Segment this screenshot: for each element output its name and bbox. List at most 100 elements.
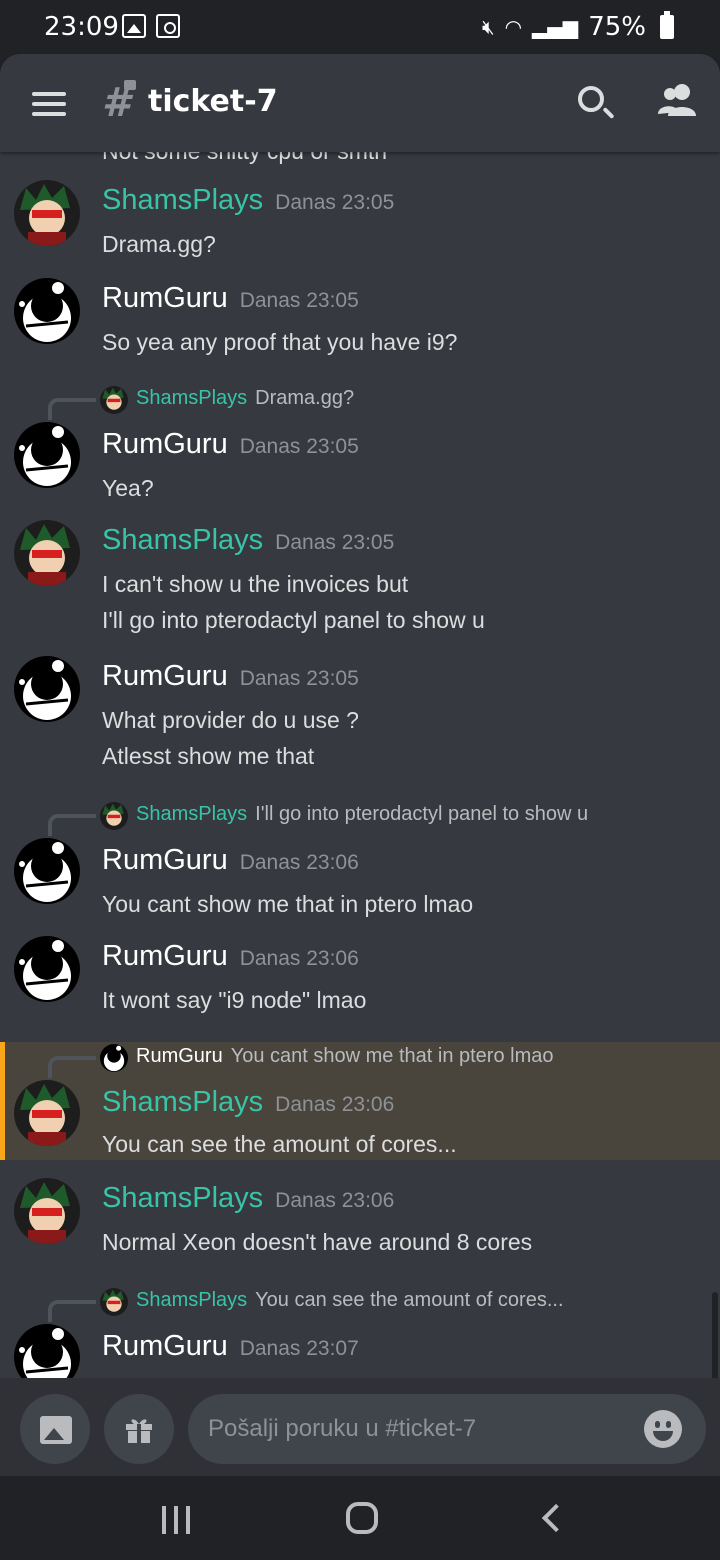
message[interactable]: RumGuru Danas 23:05 So yea any proof that… — [0, 268, 720, 366]
message[interactable]: ShamsPlays Drama.gg? RumGuru Danas 23:05 Y… — [0, 380, 720, 510]
message-text: Drama.gg? — [102, 231, 216, 257]
timestamp: Danas 23:06 — [239, 851, 359, 874]
message-text: You cant show me that in ptero lmao — [102, 891, 474, 917]
gift-button[interactable] — [104, 1394, 174, 1464]
reply-text: You cant show me that in ptero lmao — [230, 1045, 554, 1067]
username[interactable]: ShamsPlays Danas 23:06 — [102, 1182, 394, 1215]
search-icon[interactable] — [578, 86, 604, 112]
avatar[interactable] — [14, 1178, 80, 1244]
reply-reference[interactable]: RumGuru You cant show me that in ptero lm… — [48, 1044, 708, 1078]
message[interactable]: RumGuru Danas 23:05 What provider do u us… — [0, 646, 720, 784]
reply-connector — [48, 1056, 96, 1078]
lock-icon — [124, 80, 136, 90]
username[interactable]: RumGuru Danas 23:05 — [102, 282, 359, 315]
message-text: I can't show u the invoices but — [102, 571, 409, 597]
reply-avatar — [100, 802, 128, 830]
message[interactable]: ShamsPlays You can see the amount of core… — [0, 1280, 720, 1378]
reply-username: ShamsPlays Drama.gg? — [136, 387, 355, 409]
message-input-bar — [0, 1378, 720, 1476]
message-field[interactable] — [188, 1394, 706, 1464]
reply-reference[interactable]: ShamsPlays You can see the amount of core… — [48, 1288, 708, 1322]
reply-username: RumGuru You cant show me that in ptero lm… — [136, 1045, 554, 1067]
avatar[interactable] — [14, 180, 80, 246]
back-icon[interactable] — [541, 1503, 571, 1533]
scrollbar[interactable] — [712, 1292, 718, 1378]
username[interactable]: RumGuru Danas 23:05 — [102, 428, 359, 461]
username[interactable]: RumGuru Danas 23:07 — [102, 1330, 359, 1363]
channel-header: # ticket-7 — [0, 54, 720, 152]
timestamp: Danas 23:05 — [275, 191, 395, 214]
gift-icon — [126, 1419, 152, 1443]
timestamp: Danas 23:07 — [239, 1337, 359, 1360]
message-list[interactable]: Not some shitty cpu or smth ShamsPlaysDa… — [0, 152, 720, 1378]
members-icon[interactable] — [656, 82, 700, 118]
username[interactable]: ShamsPlays Danas 23:06 — [102, 1086, 394, 1119]
recent-apps-icon[interactable] — [162, 1506, 190, 1534]
home-icon[interactable] — [346, 1502, 378, 1534]
channel-title: ticket-7 — [148, 84, 278, 119]
notification-icons — [122, 14, 180, 38]
timestamp: Danas 23:05 — [275, 531, 395, 554]
reply-avatar — [100, 1288, 128, 1316]
reply-text: I'll go into pterodactyl panel to show u — [255, 803, 589, 825]
gallery-notification-icon — [122, 14, 146, 38]
attach-image-button[interactable] — [20, 1394, 90, 1464]
reply-text: You can see the amount of cores... — [255, 1289, 564, 1311]
emoji-icon[interactable] — [644, 1410, 682, 1448]
message[interactable]: ShamsPlays I'll go into pterodactyl panel… — [0, 796, 720, 922]
message-text: I'll go into pterodactyl panel to show u — [102, 607, 485, 633]
status-time: 23:09 — [44, 12, 119, 42]
reply-connector — [48, 1300, 96, 1322]
message[interactable]: ShamsPlays Danas 23:05 Drama.gg? — [0, 170, 720, 268]
username[interactable]: RumGuru Danas 23:06 — [102, 940, 359, 973]
reply-reference[interactable]: ShamsPlays Drama.gg? — [48, 386, 708, 420]
message-text: So yea any proof that you have i9? — [102, 329, 458, 355]
hamburger-menu-icon[interactable] — [32, 92, 66, 116]
avatar[interactable] — [14, 520, 80, 586]
avatar[interactable] — [14, 838, 80, 904]
reply-connector — [48, 814, 96, 836]
status-right: 🔇︎ ◠ ▂▄▆ 75% — [481, 11, 674, 42]
battery-icon — [660, 11, 674, 39]
status-bar: 23:09 🔇︎ ◠ ▂▄▆ 75% — [0, 0, 720, 54]
wifi-icon: ◠ — [504, 15, 523, 39]
message-text: What provider do u use ? — [102, 707, 359, 733]
username[interactable]: ShamsPlays Danas 23:05 — [102, 524, 394, 557]
message[interactable]: ShamsPlays Danas 23:05 I can't show u the… — [0, 510, 720, 646]
message-input[interactable] — [208, 1408, 628, 1450]
reply-reference[interactable]: ShamsPlays I'll go into pterodactyl panel… — [48, 802, 708, 836]
mentioned-message[interactable]: RumGuru You cant show me that in ptero lm… — [0, 1042, 720, 1160]
message[interactable]: RumGuru Danas 23:06 It wont say "i9 node"… — [0, 922, 720, 1022]
avatar[interactable] — [14, 278, 80, 344]
reply-text: Drama.gg? — [255, 387, 355, 409]
signal-icon: ▂▄▆ — [532, 15, 579, 39]
username[interactable]: RumGuru Danas 23:05 — [102, 660, 359, 693]
avatar[interactable] — [14, 422, 80, 488]
avatar[interactable] — [14, 1324, 80, 1378]
avatar[interactable] — [14, 1080, 80, 1146]
timestamp: Danas 23:05 — [239, 289, 359, 312]
message-text: It wont say "i9 node" lmao — [102, 987, 367, 1013]
reply-connector — [48, 398, 96, 420]
message[interactable]: ShamsPlays Danas 23:06 Normal Xeon doesn'… — [0, 1164, 720, 1280]
reply-avatar — [100, 1044, 128, 1072]
timestamp: Danas 23:05 — [239, 435, 359, 458]
avatar[interactable] — [14, 656, 80, 722]
timestamp: Danas 23:05 — [239, 667, 359, 690]
timestamp: Danas 23:06 — [275, 1093, 395, 1116]
message-text: Yea? — [102, 475, 154, 501]
message-text: You can see the amount of cores... — [102, 1131, 457, 1157]
battery-level: 75% — [588, 12, 646, 42]
username[interactable]: ShamsPlays Danas 23:05 — [102, 184, 394, 217]
timestamp: Danas 23:06 — [275, 1189, 395, 1212]
image-icon — [40, 1416, 72, 1444]
avatar[interactable] — [14, 936, 80, 1002]
mute-icon: 🔇︎ — [481, 15, 495, 39]
message-text: Normal Xeon doesn't have around 8 cores — [102, 1229, 533, 1255]
cutoff-message-text: Not some shitty cpu or smth — [102, 152, 387, 165]
reply-username: ShamsPlays I'll go into pterodactyl panel… — [136, 803, 589, 825]
reply-avatar — [100, 386, 128, 414]
reply-username: ShamsPlays You can see the amount of core… — [136, 1289, 564, 1311]
android-nav-bar — [0, 1476, 720, 1560]
username[interactable]: RumGuru Danas 23:06 — [102, 844, 359, 877]
